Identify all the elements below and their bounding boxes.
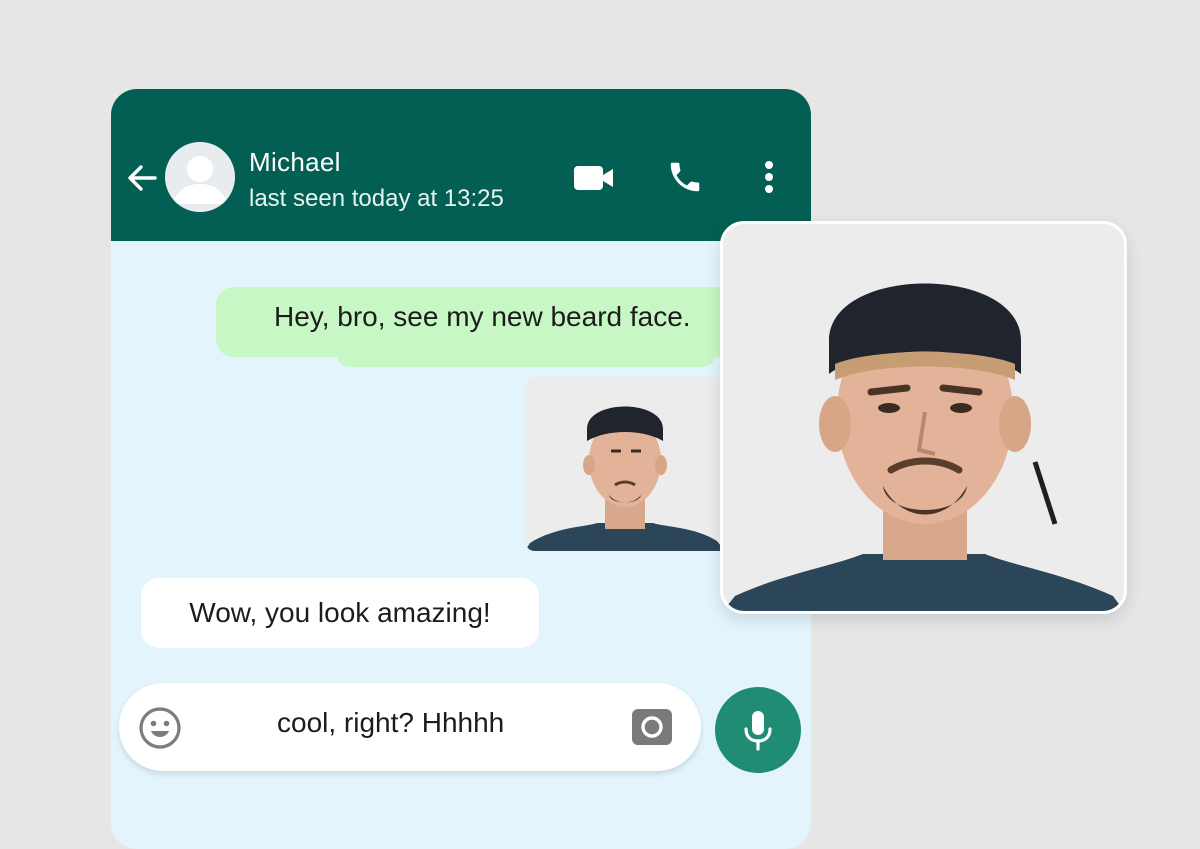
message-text: Hey, bro, see my new beard face.: [274, 301, 691, 332]
contact-name: Michael: [249, 147, 341, 177]
video-call-icon: [574, 166, 613, 190]
back-arrow-icon: [128, 165, 157, 191]
chat-header: Michael last seen today at 13:25: [111, 89, 811, 241]
photo-portrait-icon: [723, 224, 1124, 611]
chat-window: Michael last seen today at 13:25 Hey, br…: [111, 89, 811, 849]
photo-portrait-icon: [525, 377, 725, 551]
camera-button[interactable]: [631, 706, 673, 748]
contact-avatar[interactable]: [165, 142, 235, 212]
photo-preview[interactable]: [720, 221, 1127, 614]
camera-icon: [632, 709, 672, 745]
emoji-button[interactable]: [137, 705, 183, 751]
photo-message[interactable]: [525, 377, 725, 551]
message-input[interactable]: cool, right? Hhhhh: [277, 707, 504, 739]
more-options-icon: [765, 161, 773, 193]
message-text: Wow, you look amazing!: [189, 597, 491, 628]
voice-message-button[interactable]: [715, 687, 801, 773]
bubble-tail: [336, 353, 716, 367]
default-avatar-icon: [173, 156, 227, 204]
emoji-icon: [139, 707, 181, 749]
video-call-button[interactable]: [571, 161, 617, 195]
microphone-icon: [744, 711, 772, 751]
more-options-button[interactable]: [755, 157, 783, 197]
phone-call-icon: [670, 162, 700, 192]
message-list: Hey, bro, see my new beard face. Wow, yo…: [111, 241, 811, 849]
outgoing-message[interactable]: Hey, bro, see my new beard face.: [216, 287, 776, 367]
back-button[interactable]: [125, 161, 159, 195]
voice-call-button[interactable]: [665, 157, 705, 197]
message-composer[interactable]: cool, right? Hhhhh: [119, 683, 701, 771]
incoming-message[interactable]: Wow, you look amazing!: [141, 578, 539, 648]
last-seen-status: last seen today at 13:25: [249, 185, 504, 212]
